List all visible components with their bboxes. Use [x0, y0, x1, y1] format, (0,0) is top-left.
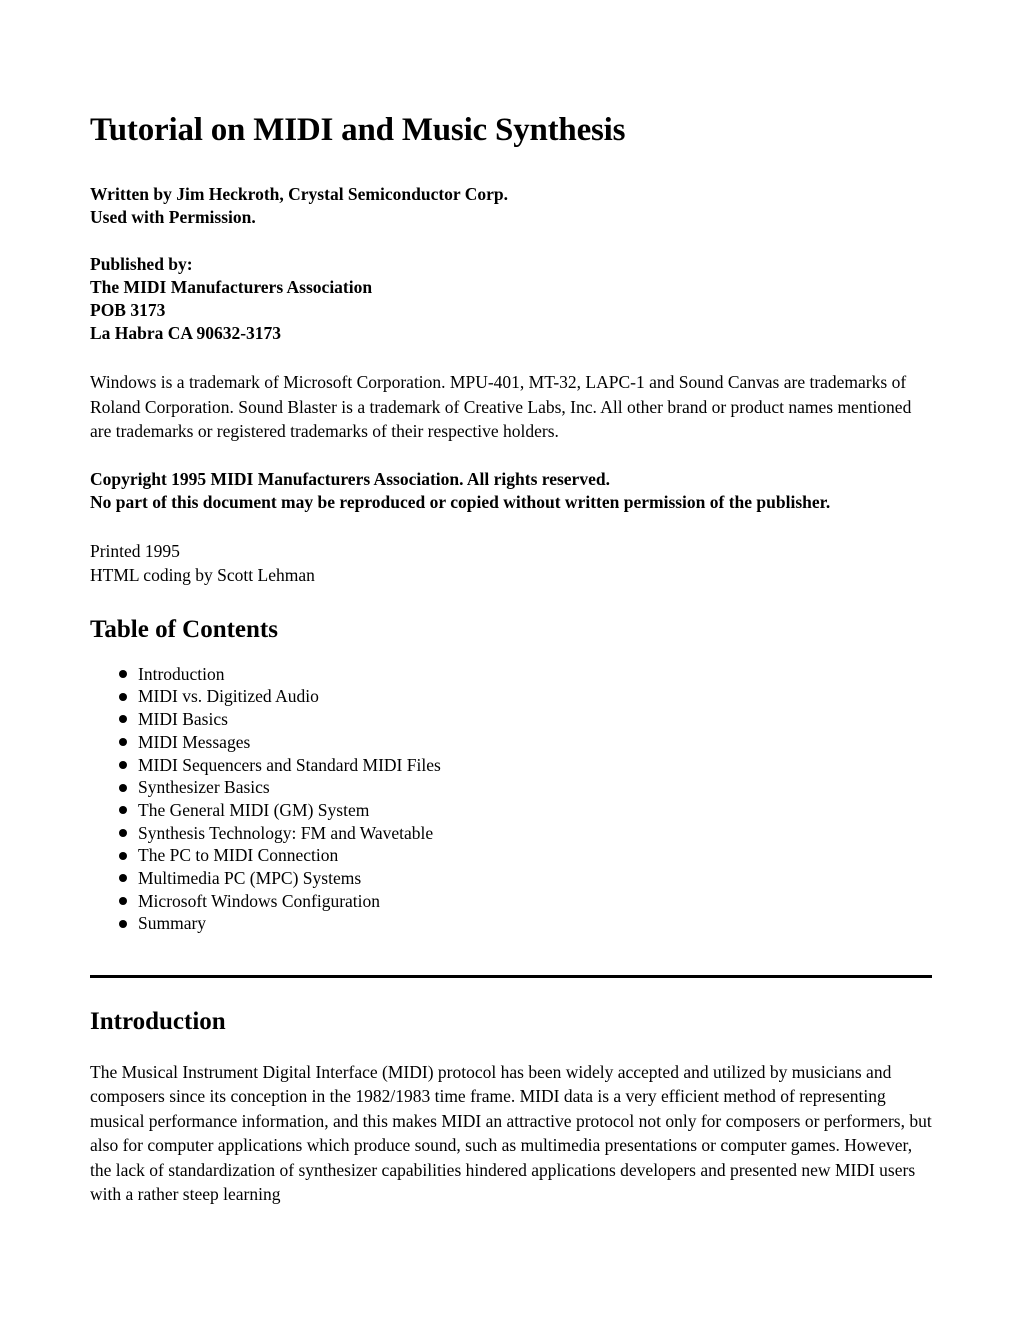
publisher-block: Published by: The MIDI Manufacturers Ass… — [90, 229, 932, 345]
bullet-icon — [119, 760, 127, 769]
toc-item-microsoft-windows-configuration[interactable]: Microsoft Windows Configuration — [90, 890, 932, 913]
toc-item-label: The PC to MIDI Connection — [138, 845, 339, 866]
bullet-icon — [119, 897, 127, 906]
toc-item-midi-basics[interactable]: MIDI Basics — [90, 708, 932, 731]
bullet-icon — [119, 874, 127, 883]
toc-item-label: MIDI Basics — [138, 709, 228, 730]
publisher-city-state-zip: La Habra CA 90632-3173 — [90, 323, 282, 344]
toc-item-the-pc-to-midi-connection[interactable]: The PC to MIDI Connection — [90, 844, 932, 867]
bullet-icon — [119, 828, 127, 837]
toc-item-midi-vs-digitized-audio[interactable]: MIDI vs. Digitized Audio — [90, 685, 932, 708]
toc-item-midi-messages[interactable]: MIDI Messages — [90, 731, 932, 754]
toc-item-label: Introduction — [138, 663, 225, 684]
table-of-contents-heading: Table of Contents — [90, 616, 278, 644]
bullet-icon — [119, 692, 127, 701]
toc-item-label: MIDI vs. Digitized Audio — [138, 686, 319, 707]
publisher-label: Published by: — [90, 253, 193, 274]
bullet-icon — [119, 715, 127, 724]
bullet-icon — [119, 806, 127, 815]
toc-item-label: MIDI Messages — [138, 731, 251, 752]
html-coding-credit: HTML coding by Scott Lehman — [90, 564, 315, 585]
reproduction-notice: No part of this document may be reproduc… — [90, 492, 831, 513]
byline-permission: Used with Permission. — [90, 206, 256, 227]
toc-item-label: Summary — [138, 913, 207, 934]
bullet-icon — [119, 783, 127, 792]
toc-item-midi-sequencers-and-standard-midi-files[interactable]: MIDI Sequencers and Standard MIDI Files — [90, 754, 932, 777]
toc-item-synthesizer-basics[interactable]: Synthesizer Basics — [90, 776, 932, 799]
copyright-line: Copyright 1995 MIDI Manufacturers Associ… — [90, 468, 610, 489]
toc-item-label: MIDI Sequencers and Standard MIDI Files — [138, 754, 441, 775]
toc-item-the-general-midi-gm-system[interactable]: The General MIDI (GM) System — [90, 799, 932, 822]
toc-item-label: Microsoft Windows Configuration — [138, 890, 381, 911]
printing-info: Printed 1995 HTML coding by Scott Lehman — [90, 515, 932, 587]
toc-item-label: Synthesizer Basics — [138, 777, 270, 798]
introduction-paragraph: The Musical Instrument Digital Interface… — [90, 1061, 932, 1205]
page-title: Tutorial on MIDI and Music Synthesis — [90, 112, 626, 148]
introduction-heading: Introduction — [90, 1008, 226, 1036]
trademark-notice: Windows is a trademark of Microsoft Corp… — [90, 372, 912, 442]
byline-author: Written by Jim Heckroth, Crystal Semicon… — [90, 183, 509, 204]
toc-item-label: Multimedia PC (MPC) Systems — [138, 868, 362, 889]
toc-item-label: The General MIDI (GM) System — [138, 799, 370, 820]
publisher-organization: The MIDI Manufacturers Association — [90, 276, 373, 297]
toc-item-introduction[interactable]: Introduction — [90, 663, 932, 686]
toc-item-summary[interactable]: Summary — [90, 912, 932, 935]
toc-item-multimedia-pc-mpc-systems[interactable]: Multimedia PC (MPC) Systems — [90, 867, 932, 890]
publisher-po-box: POB 3173 — [90, 300, 166, 320]
bullet-icon — [119, 738, 127, 747]
table-of-contents-list: Introduction MIDI vs. Digitized Audio MI… — [90, 644, 932, 935]
document-page: Tutorial on MIDI and Music Synthesis Wri… — [0, 0, 1020, 1320]
copyright-notice: Copyright 1995 MIDI Manufacturers Associ… — [90, 444, 890, 515]
bullet-icon — [119, 670, 127, 679]
byline: Written by Jim Heckroth, Crystal Semicon… — [90, 149, 932, 229]
bullet-icon — [119, 919, 127, 928]
toc-item-label: Synthesis Technology: FM and Wavetable — [138, 822, 434, 843]
toc-item-synthesis-technology-fm-and-wavetable[interactable]: Synthesis Technology: FM and Wavetable — [90, 822, 932, 845]
printed-year: Printed 1995 — [90, 540, 180, 561]
bullet-icon — [119, 851, 127, 860]
